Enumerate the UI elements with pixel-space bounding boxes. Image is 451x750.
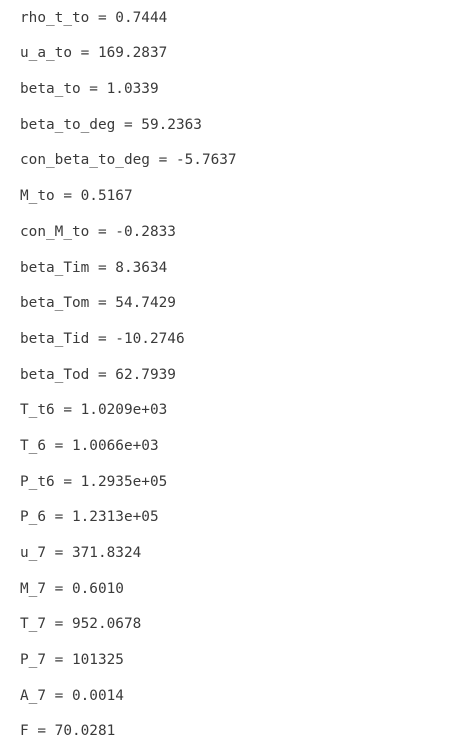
- output-line-t-7: T_7 = 952.0678: [20, 616, 142, 632]
- output-line-f: F = 70.0281: [20, 723, 116, 739]
- output-line-m-to: M_to = 0.5167: [20, 188, 133, 204]
- output-line-t-6: T_6 = 1.0066e+03: [20, 438, 159, 454]
- output-line-beta-tim: beta_Tim = 8.3634: [20, 260, 168, 276]
- output-line-p-7: P_7 = 101325: [20, 652, 124, 668]
- output-line-beta-tid: beta_Tid = -10.2746: [20, 331, 185, 347]
- command-output-panel: rho_t_to = 0.7444 u_a_to = 169.2837 beta…: [0, 0, 451, 750]
- output-line-t-t6: T_t6 = 1.0209e+03: [20, 402, 168, 418]
- output-line-p-t6: P_t6 = 1.2935e+05: [20, 474, 168, 490]
- output-line-beta-tom: beta_Tom = 54.7429: [20, 295, 176, 311]
- output-line-beta-to: beta_to = 1.0339: [20, 81, 159, 97]
- output-line-con-beta-to-deg: con_beta_to_deg = -5.7637: [20, 152, 237, 168]
- output-line-u-a-to: u_a_to = 169.2837: [20, 45, 168, 61]
- output-line-p-6: P_6 = 1.2313e+05: [20, 509, 159, 525]
- output-line-beta-tod: beta_Tod = 62.7939: [20, 367, 176, 383]
- output-line-con-m-to: con_M_to = -0.2833: [20, 224, 176, 240]
- output-line-m-7: M_7 = 0.6010: [20, 581, 124, 597]
- output-line-beta-to-deg: beta_to_deg = 59.2363: [20, 117, 202, 133]
- output-line-a-7: A_7 = 0.0014: [20, 688, 124, 704]
- output-line-u-7: u_7 = 371.8324: [20, 545, 142, 561]
- output-line-rho-t-to: rho_t_to = 0.7444: [20, 10, 168, 26]
